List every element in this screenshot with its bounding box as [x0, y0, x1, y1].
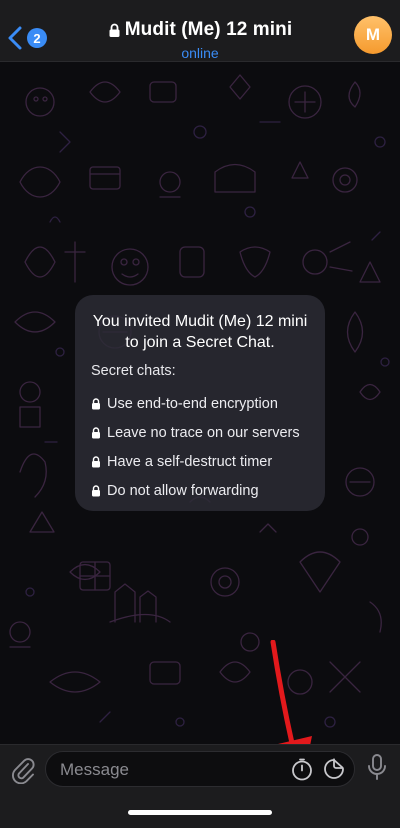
secret-chat-feature: Leave no trace on our servers: [91, 418, 309, 447]
secret-chat-feature: Have a self-destruct timer: [91, 447, 309, 476]
microphone-icon[interactable]: [366, 753, 388, 783]
lock-icon: [92, 455, 100, 467]
chevron-left-icon: [8, 26, 22, 50]
lock-icon: [92, 397, 100, 409]
home-indicator: [128, 810, 272, 815]
secret-chat-title: You invited Mudit (Me) 12 mini to join a…: [92, 313, 308, 351]
chat-title-area[interactable]: Mudit (Me) 12 mini online: [70, 19, 330, 61]
chat-title-text: Mudit (Me) 12 mini: [124, 19, 293, 40]
lock-icon: [92, 484, 100, 496]
sticker-icon[interactable]: [322, 757, 346, 781]
secret-chat-feature: Do not allow forwarding: [91, 476, 309, 505]
chat-header: 2 Mudit (Me) 12 mini online M: [0, 0, 400, 62]
annotation-arrow-icon: [270, 640, 312, 744]
message-input-bar: Message: [0, 744, 400, 828]
unread-badge: 2: [27, 28, 47, 48]
stopwatch-icon[interactable]: [290, 757, 314, 781]
chat-status: online: [181, 44, 219, 61]
message-placeholder: Message: [60, 760, 129, 779]
chat-title: Mudit (Me) 12 mini: [108, 19, 293, 41]
chat-background: You invited Mudit (Me) 12 mini to join a…: [0, 62, 400, 744]
avatar[interactable]: M: [354, 16, 392, 54]
secret-chat-subtitle: Secret chats:: [91, 363, 176, 379]
lock-icon: [92, 426, 100, 438]
lock-icon: [109, 23, 120, 37]
paperclip-icon[interactable]: [10, 756, 36, 784]
message-input[interactable]: Message: [45, 751, 355, 787]
secret-chat-info-card: You invited Mudit (Me) 12 mini to join a…: [75, 295, 325, 511]
back-button[interactable]: 2: [6, 20, 54, 56]
secret-chat-feature: Use end-to-end encryption: [91, 389, 309, 418]
avatar-initial: M: [365, 25, 381, 44]
